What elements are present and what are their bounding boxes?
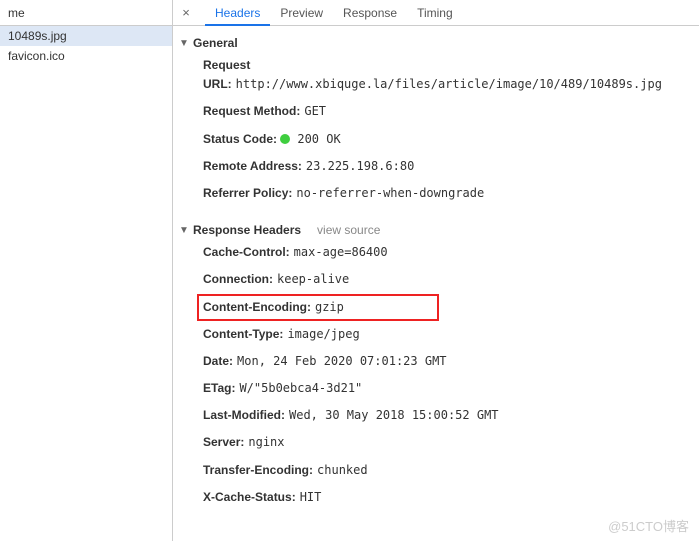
file-list-sidebar: me 10489s.jpgfavicon.ico (0, 0, 173, 541)
header-value: HIT (300, 490, 322, 504)
header-value: 23.225.198.6:80 (306, 159, 414, 173)
header-key: ETag: (203, 381, 235, 395)
header-value: gzip (315, 300, 344, 314)
header-key: Cache-Control: (203, 245, 290, 259)
header-row: Request URL:http://www.xbiquge.la/files/… (173, 52, 699, 98)
header-key: Last-Modified: (203, 408, 285, 422)
header-row: Cache-Control: max-age=86400 (173, 239, 699, 266)
response-headers-section: ▼ Response Headers view source Cache-Con… (173, 221, 699, 511)
headers-content: ▼ General Request URL:http://www.xbiquge… (173, 26, 699, 541)
header-key: Connection: (203, 272, 273, 286)
header-value: Wed, 30 May 2018 15:00:52 GMT (289, 408, 499, 422)
header-value: no-referrer-when-downgrade (296, 186, 484, 200)
file-item[interactable]: favicon.ico (0, 46, 172, 66)
sidebar-header: me (0, 0, 172, 26)
header-value: http://www.xbiquge.la/files/article/imag… (236, 77, 662, 91)
header-value: GET (304, 104, 326, 118)
header-row: Request Method: GET (173, 98, 699, 125)
header-value: nginx (248, 435, 284, 449)
header-row: Connection: keep-alive (173, 266, 699, 293)
tab-response[interactable]: Response (333, 0, 407, 26)
header-key: Request Method: (203, 104, 300, 118)
header-row: Last-Modified: Wed, 30 May 2018 15:00:52 … (173, 402, 699, 429)
header-row: Referrer Policy: no-referrer-when-downgra… (173, 180, 699, 207)
header-row: Remote Address: 23.225.198.6:80 (173, 153, 699, 180)
header-key: Content-Type: (203, 327, 283, 341)
general-header[interactable]: ▼ General (173, 34, 699, 52)
close-icon[interactable]: × (179, 6, 193, 20)
tab-timing[interactable]: Timing (407, 0, 463, 26)
header-value: Mon, 24 Feb 2020 07:01:23 GMT (237, 354, 447, 368)
header-row: Content-Type: image/jpeg (173, 321, 699, 348)
disclosure-icon: ▼ (179, 38, 189, 49)
header-key: Server: (203, 435, 244, 449)
tab-bar: × HeadersPreviewResponseTiming (173, 0, 699, 26)
file-item[interactable]: 10489s.jpg (0, 26, 172, 46)
general-title: General (193, 36, 238, 50)
header-row: Status Code: 200 OK (173, 126, 699, 153)
header-value: 200 OK (297, 132, 340, 146)
header-value: image/jpeg (287, 327, 359, 341)
header-row: Server: nginx (173, 429, 699, 456)
header-value: W/"5b0ebca4-3d21" (239, 381, 362, 395)
header-row: X-Cache-Status: HIT (173, 484, 699, 511)
header-value: chunked (317, 463, 368, 477)
header-key: Referrer Policy: (203, 186, 292, 200)
header-row: Content-Encoding: gzip (197, 294, 439, 321)
header-key: Date: (203, 354, 233, 368)
header-key: Content-Encoding: (203, 300, 311, 314)
header-key: X-Cache-Status: (203, 490, 296, 504)
main-panel: × HeadersPreviewResponseTiming ▼ General… (173, 0, 699, 541)
tab-preview[interactable]: Preview (270, 0, 333, 26)
header-row: ETag: W/"5b0ebca4-3d21" (173, 375, 699, 402)
header-value: keep-alive (277, 272, 349, 286)
view-source-link[interactable]: view source (317, 223, 380, 237)
header-row: Date: Mon, 24 Feb 2020 07:01:23 GMT (173, 348, 699, 375)
general-section: ▼ General Request URL:http://www.xbiquge… (173, 34, 699, 207)
header-row: Transfer-Encoding: chunked (173, 457, 699, 484)
status-dot-icon (280, 134, 290, 144)
header-key: Remote Address: (203, 159, 302, 173)
response-headers-title: Response Headers (193, 223, 301, 237)
disclosure-icon: ▼ (179, 225, 189, 236)
watermark: @51CTO博客 (608, 516, 689, 535)
response-headers-header[interactable]: ▼ Response Headers view source (173, 221, 699, 239)
header-value: max-age=86400 (294, 245, 388, 259)
header-key: Transfer-Encoding: (203, 463, 313, 477)
header-key: Status Code: (203, 132, 277, 146)
tab-headers[interactable]: Headers (205, 0, 270, 26)
